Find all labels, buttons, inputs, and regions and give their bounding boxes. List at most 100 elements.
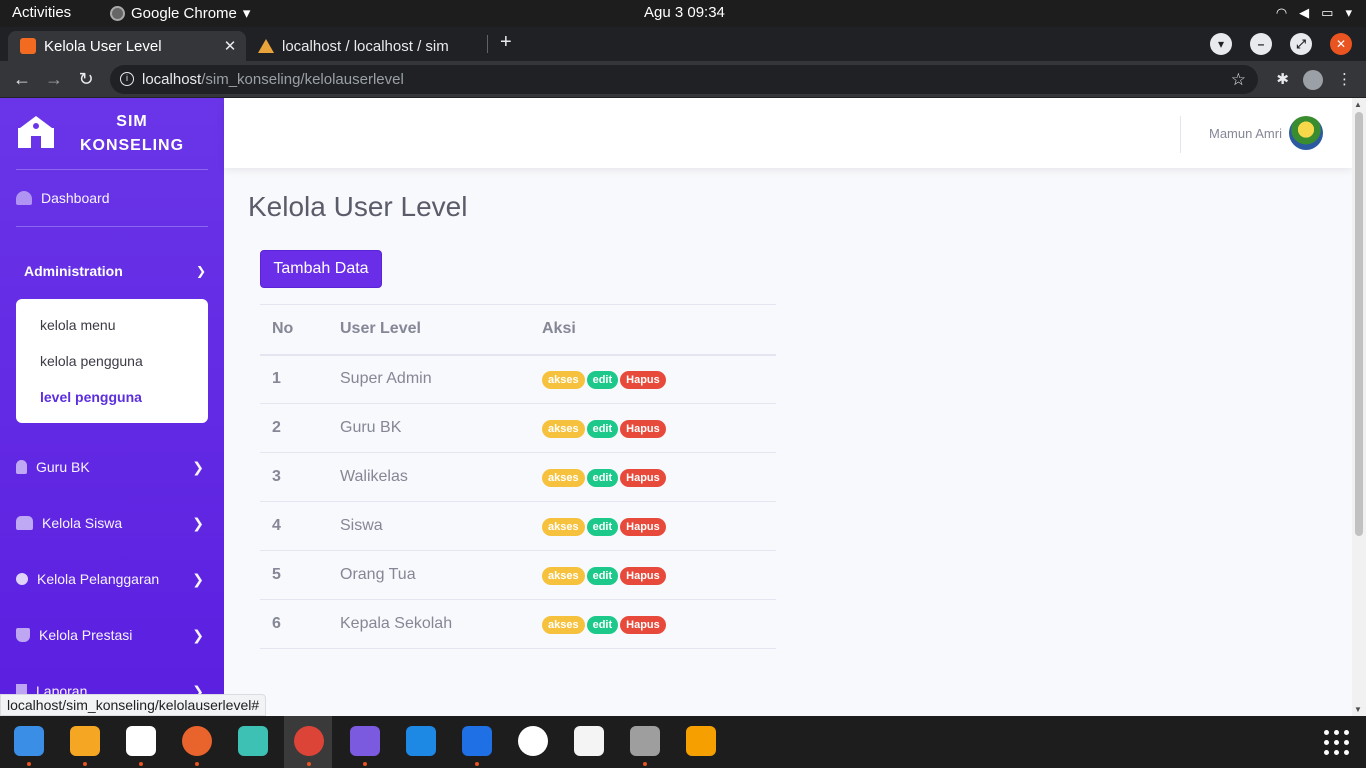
wps-writer-icon[interactable] [462,726,492,756]
cell-user-level: Orang Tua [328,550,530,600]
akses-button[interactable]: akses [542,566,585,585]
sidebar-item-dashboard[interactable]: Dashboard [16,190,208,206]
trophy-icon [16,628,30,642]
submenu-item-kelola-pengguna[interactable]: kelola pengguna [40,353,143,369]
close-window-icon[interactable]: ✕ [1330,33,1352,55]
cell-user-level: Siswa [328,501,530,551]
dashboard-icon [16,191,32,205]
site-info-icon[interactable]: i [120,72,134,86]
add-data-button[interactable]: Tambah Data [260,250,382,288]
hapus-button[interactable]: Hapus [620,370,666,389]
hapus-button[interactable]: Hapus [620,517,666,536]
sidebar-item-guru-bk[interactable]: Guru BK ❯ [16,459,208,475]
hapus-button[interactable]: Hapus [620,419,666,438]
disk-icon[interactable] [630,726,660,756]
akses-button[interactable]: akses [542,468,585,487]
sidebar-item-label: Kelola Pelanggaran [37,571,160,587]
chrome-icon[interactable] [294,726,324,756]
kebab-menu-icon[interactable]: ⋮ [1337,70,1352,90]
maximize-icon[interactable]: ⤢ [1290,33,1312,55]
finder-icon[interactable] [14,726,44,756]
back-icon[interactable]: ← [10,67,34,91]
sidebar-item-label: Kelola Siswa [42,515,123,531]
tab-close-icon[interactable]: ✕ [220,37,240,55]
sidebar-section-administration[interactable]: Administration ❯ [24,263,208,279]
scroll-down-icon[interactable]: ▼ [1354,705,1362,714]
tab-title: localhost / localhost / sim [282,37,449,55]
notes-icon[interactable] [574,726,604,756]
hapus-button[interactable]: Hapus [620,566,666,585]
tab-phpmyadmin[interactable]: localhost / localhost / sim [250,31,486,61]
sidebar: SIM KONSELING Dashboard Administration ❯… [0,98,224,716]
caret-down-icon: ▾ [242,5,251,22]
edit-button[interactable]: edit [586,370,619,389]
school-icon [16,116,56,152]
user-avatar-logo-icon[interactable] [1289,116,1323,150]
scrollbar-thumb[interactable] [1355,112,1363,536]
chevron-right-icon: ❯ [192,458,204,475]
submenu-item-kelola-menu[interactable]: kelola menu [40,317,116,333]
tab-kelola-user-level[interactable]: Kelola User Level ✕ [8,31,246,61]
table-row: 1 Super Admin akses edit Hapus [260,354,776,404]
activities-button[interactable]: Activities [12,4,71,21]
inkscape-icon[interactable] [518,726,548,756]
firefox-icon[interactable] [182,726,212,756]
volume-icon: ◀ [1299,5,1310,20]
sketch-icon[interactable] [70,726,100,756]
cell-no: 1 [260,354,328,404]
scroll-up-icon[interactable]: ▲ [1354,100,1362,109]
minimize-icon[interactable]: – [1250,33,1272,55]
tab-search-icon[interactable]: ▾ [1210,33,1232,55]
sidebar-item-kelola-siswa[interactable]: Kelola Siswa ❯ [16,515,208,531]
hapus-button[interactable]: Hapus [620,468,666,487]
user-name[interactable]: Mamun Amri [1209,126,1282,141]
edit-button[interactable]: edit [586,566,619,585]
battery-icon: ▭ [1321,5,1334,20]
extensions-icon[interactable]: ✱ [1276,70,1289,90]
cell-aksi: akses edit Hapus [530,550,776,600]
akses-button[interactable]: akses [542,419,585,438]
edit-button[interactable]: edit [586,468,619,487]
sidebar-brand[interactable]: SIM KONSELING [0,98,224,170]
app-menu[interactable]: Google Chrome ▾ [110,4,250,22]
teamviewer-icon[interactable] [406,726,436,756]
video-app-icon[interactable] [350,726,380,756]
skull-icon [16,573,28,585]
submenu-item-level-pengguna[interactable]: level pengguna [40,389,142,405]
akses-button[interactable]: akses [542,615,585,634]
wifi-icon: ◠ [1275,5,1288,20]
table-body: 1 Super Admin akses edit Hapus 2 Guru BK akses e… [260,354,776,649]
vscode-icon[interactable] [126,726,156,756]
edit-button[interactable]: edit [586,517,619,536]
sidebar-item-kelola-prestasi[interactable]: Kelola Prestasi ❯ [16,627,208,643]
page-title: Kelola User Level [248,191,468,222]
system-clock[interactable]: Agu 3 09:34 [644,4,725,21]
address-bar[interactable]: i localhost/sim_konseling/kelolauserleve… [110,65,1258,94]
akses-button[interactable]: akses [542,370,585,389]
akses-button[interactable]: akses [542,517,585,536]
bookmark-star-icon[interactable]: ☆ [1231,65,1246,94]
edit-button[interactable]: edit [586,615,619,634]
cloud-app-icon[interactable] [238,726,268,756]
cell-aksi: akses edit Hapus [530,403,776,453]
sidebar-item-kelola-pelanggaran[interactable]: Kelola Pelanggaran ❯ [16,571,208,587]
running-dot [139,762,143,766]
system-tray[interactable]: ◠ ◀ ▭ ▾ [1276,5,1352,21]
forward-icon[interactable]: → [42,67,66,91]
reload-icon[interactable]: ↻ [74,67,98,91]
table-row: 2 Guru BK akses edit Hapus [260,403,776,453]
new-tab-button[interactable]: + [500,31,512,54]
show-applications-icon[interactable] [1324,730,1350,756]
running-dot [643,762,647,766]
hapus-button[interactable]: Hapus [620,615,666,634]
cell-user-level: Guru BK [328,403,530,453]
top-navbar: Mamun Amri [224,98,1352,168]
page-scrollbar[interactable]: ▲ ▼ [1352,98,1366,716]
usb-drive-icon[interactable] [686,726,716,756]
brand-line-2: KONSELING [79,137,185,154]
edit-button[interactable]: edit [586,419,619,438]
sidebar-item-label: Dashboard [41,190,110,206]
sidebar-item-label: Guru BK [36,459,90,475]
browser-tab-strip: Kelola User Level ✕ localhost / localhos… [0,27,1366,61]
profile-avatar-icon[interactable] [1303,70,1323,90]
